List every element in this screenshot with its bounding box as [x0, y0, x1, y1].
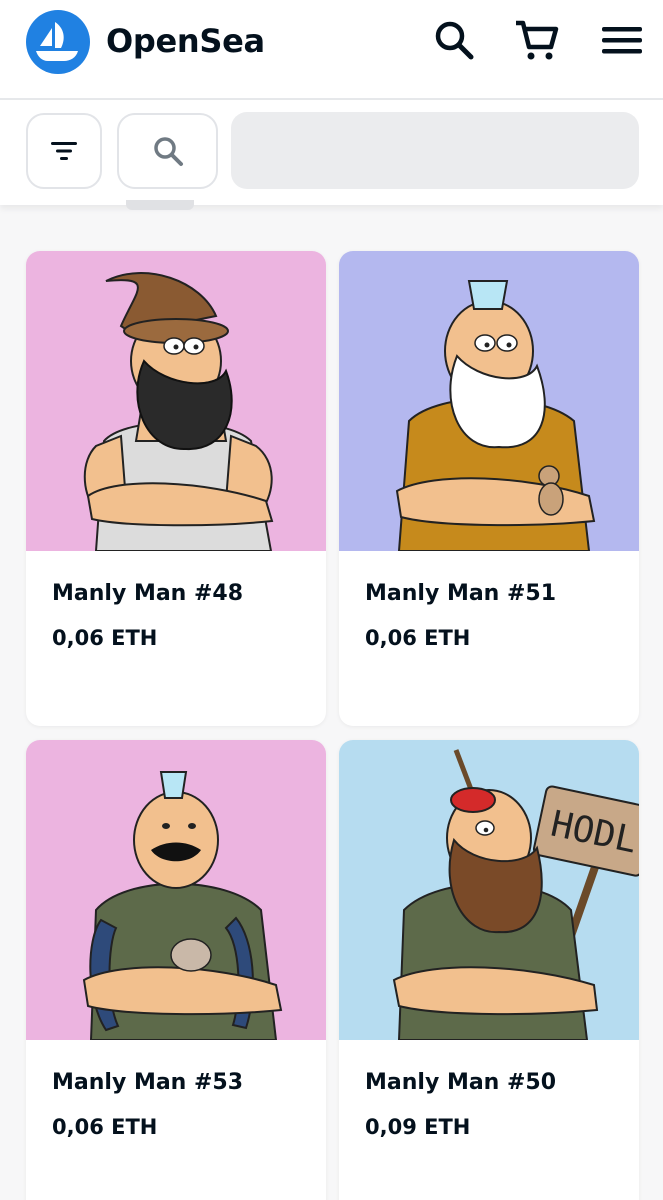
filter-button[interactable]	[26, 113, 102, 189]
opensea-logo-icon[interactable]	[26, 10, 90, 74]
search-icon	[153, 137, 183, 166]
nft-name[interactable]: Manly Man #50	[365, 1070, 556, 1095]
brand-name[interactable]: OpenSea	[106, 22, 265, 60]
nft-image[interactable]	[26, 740, 326, 1040]
tab-indicator	[126, 200, 194, 210]
menu-icon[interactable]	[598, 16, 646, 64]
nft-name[interactable]: Manly Man #48	[52, 581, 243, 606]
nft-image[interactable]	[26, 251, 326, 551]
nft-image[interactable]: HODL	[339, 740, 639, 1040]
nft-name[interactable]: Manly Man #53	[52, 1070, 243, 1095]
nft-price: 0,06 ETH	[52, 1115, 158, 1139]
nft-card[interactable]: Manly Man #48 0,06 ETH	[26, 251, 326, 726]
nft-price: 0,09 ETH	[365, 1115, 471, 1139]
nft-image[interactable]	[339, 251, 639, 551]
top-navigation-bar: OpenSea	[0, 0, 663, 100]
nft-price: 0,06 ETH	[52, 626, 158, 650]
search-input[interactable]	[231, 112, 639, 189]
nft-price: 0,06 ETH	[365, 626, 471, 650]
filter-toolbar	[0, 100, 663, 205]
nft-card[interactable]: Manly Man #53 0,06 ETH	[26, 740, 326, 1200]
filter-icon	[51, 142, 77, 160]
nft-card[interactable]: HODL Manly Man #50 0,09 ETH	[339, 740, 639, 1200]
search-toggle-button[interactable]	[117, 113, 218, 189]
search-icon[interactable]	[430, 16, 478, 64]
nft-card[interactable]: Manly Man #51 0,06 ETH	[339, 251, 639, 726]
nft-name[interactable]: Manly Man #51	[365, 581, 556, 606]
cart-icon[interactable]	[512, 16, 560, 64]
